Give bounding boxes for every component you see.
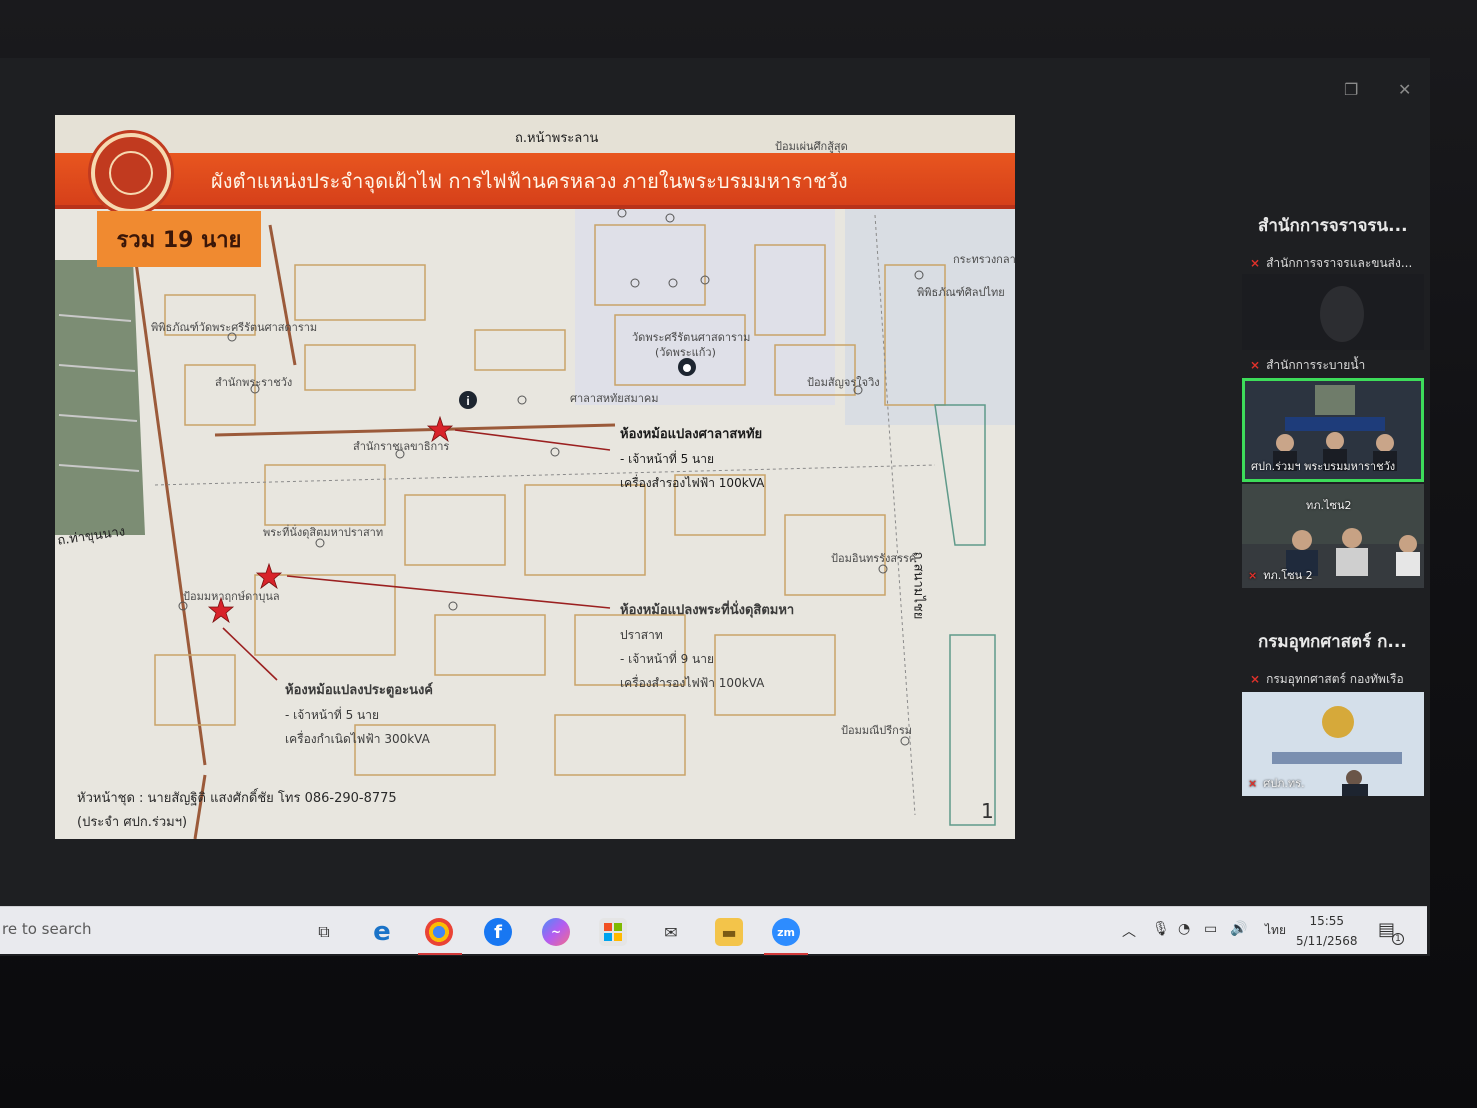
muted-mic-icon: ⨯ — [1248, 569, 1258, 582]
zoom-active-indicator — [764, 953, 808, 955]
muted-mic-icon: ⨯ — [1248, 777, 1258, 790]
svg-text:i: i — [466, 394, 469, 408]
map-label: ป้อมสัญจรใจวิง — [807, 376, 880, 389]
callout-transformer-3: ห้องหม้อแปลงประตูอะนงค์ - เจ้าหน้าที่ 5 … — [285, 683, 433, 746]
map-label: สำนักราชเลขาธิการ — [353, 440, 450, 453]
road-label-top: ถ.หน้าพระลาน — [515, 131, 599, 146]
participant-video-tile[interactable] — [1242, 274, 1424, 350]
slide-page-number: 1 — [981, 799, 994, 823]
map-label: พิพิธภัณฑ์วัดพระศรีรัตนศาสดาราม — [151, 321, 318, 334]
map-label: (วัดพระแก้ว) — [655, 346, 716, 359]
slide-title: ผังตำแหน่งประจำจุดเฝ้าไฟ การไฟฟ้านครหลวง… — [211, 169, 848, 193]
map-label: ศาลาสหทัยสมาคม — [570, 392, 659, 405]
map-label: ป้อมมหาฤกษ์ดาบุนล — [183, 590, 280, 603]
task-view-icon[interactable]: ⧉ — [310, 918, 338, 946]
taskbar-clock[interactable]: 15:55 5/11/2568 — [1296, 911, 1358, 951]
muted-mic-icon: ⨯ — [1250, 672, 1261, 686]
organization-logo-icon — [91, 133, 171, 213]
edge-icon[interactable]: e — [368, 917, 396, 947]
wifi-icon[interactable]: ◔ — [1178, 921, 1190, 937]
volume-icon[interactable]: 🔊 — [1230, 921, 1247, 937]
map-label: ป้อมมณีปรีกรม — [841, 724, 913, 737]
map-label: ป้อมอินทรรังสรรค์ — [831, 552, 917, 565]
store-icon[interactable] — [599, 918, 627, 946]
total-staff-badge: รวม 19 นาย — [97, 211, 261, 267]
slide-banner: ผังตำแหน่งประจำจุดเฝ้าไฟ การไฟฟ้านครหลวง… — [55, 153, 1015, 209]
chrome-icon[interactable] — [425, 918, 453, 946]
muted-mic-icon: ⨯ — [1250, 358, 1261, 372]
facebook-icon[interactable]: f — [484, 918, 512, 946]
input-language-indicator[interactable]: ไทย — [1265, 921, 1286, 940]
team-leader-contact: หัวหน้าชุด : นายสัญฐิติ แสงศักดิ์ชัย โทร… — [77, 791, 397, 830]
participant-group-title: สำนักการจราจรน... — [1258, 216, 1408, 236]
messenger-icon[interactable]: ~ — [542, 918, 570, 946]
map-label: พระที่นั่งดุสิตมหาปราสาท — [263, 526, 384, 539]
participant-name: ⨯ กรมอุทกศาสตร์ กองทัพเรือ — [1250, 672, 1404, 686]
close-icon[interactable]: ✕ — [1398, 80, 1411, 99]
notification-count-badge: 1 — [1392, 933, 1404, 945]
callout-transformer-2: ห้องหม้อแปลงพระที่นั่งดุสิตมหา ปราสาท - … — [620, 603, 795, 690]
participant-name: ⨯ สำนักการจราจรและขนส่ง... — [1250, 256, 1413, 270]
file-explorer-icon[interactable]: ▬ — [715, 918, 743, 946]
participant-video-tile[interactable]: ⨯ ศปภ.ทร. — [1242, 692, 1424, 796]
shared-slide: i ถ.หน้าพระลาน ป้อมเผ่นศึกสู้สุด ถ.ท่าขุ… — [55, 115, 1015, 839]
windows-taskbar: re to search ⧉ e f ~ ✉ ▬ zm ︿ 🎙 ◔ ▭ 🔊 ไท… — [0, 906, 1427, 955]
callout-transformer-1: ห้องหม้อแปลงศาลาสหทัย - เจ้าหน้าที่ 5 นา… — [620, 427, 765, 490]
map-label: กระทรวงกลาโหม — [953, 253, 1015, 266]
restore-icon[interactable]: ❐ — [1344, 80, 1358, 99]
taskbar-search-box[interactable]: re to search — [2, 920, 92, 938]
show-hidden-icons-chevron-icon[interactable]: ︿ — [1122, 921, 1136, 941]
map-label: สำนักพระราชวัง — [215, 376, 293, 389]
mail-icon[interactable]: ✉ — [657, 918, 685, 946]
microphone-icon[interactable]: 🎙 — [1152, 921, 1170, 937]
zoom-icon[interactable]: zm — [772, 918, 800, 946]
battery-icon[interactable]: ▭ — [1204, 921, 1217, 937]
participant-group-title: กรมอุทกศาสตร์ ก... — [1258, 632, 1407, 652]
participant-video-tile[interactable]: ทภ.ไซน2 ⨯ ทภ.โซน 2 — [1242, 484, 1424, 588]
participant-name: ⨯ สำนักการระบายน้ำ — [1250, 358, 1366, 372]
participant-video-tile-active[interactable]: ศปก.ร่วมฯ พระบรมมหาราชวัง — [1242, 378, 1424, 482]
muted-mic-icon: ⨯ — [1250, 256, 1261, 270]
map-label: พิพิธภัณฑ์ศิลปไทย — [917, 286, 1005, 299]
participant-video — [1320, 286, 1364, 342]
chrome-active-indicator — [418, 953, 462, 955]
